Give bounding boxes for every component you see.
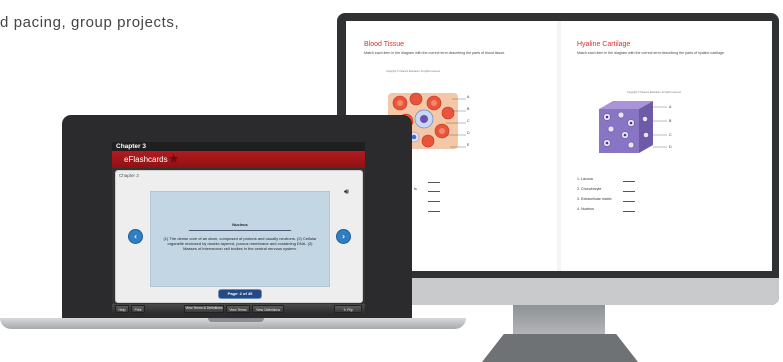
flashcard[interactable]: Nucleus (1) The dense core of an atom, c… xyxy=(150,191,330,287)
answer-line xyxy=(623,201,635,202)
print-button[interactable]: Print xyxy=(131,305,145,313)
answer-line xyxy=(428,182,440,183)
hyaline-cartilage-diagram xyxy=(599,101,667,153)
worksheet-copyright: Copyright © Pearson Education. All right… xyxy=(386,70,441,73)
diagram-label-e: E xyxy=(467,143,470,147)
diagram-label-b: B xyxy=(669,119,672,123)
worksheet-instructions: Match each item in the diagram with the … xyxy=(577,51,726,55)
worksheet-term: 1. Lacuna xyxy=(577,177,593,181)
chapter-label: Chapter 3 xyxy=(119,173,139,178)
star-icon: ★ xyxy=(168,152,180,167)
worksheet-term-partial: ts xyxy=(414,187,417,191)
flip-label: Flip xyxy=(347,307,353,312)
answer-line xyxy=(623,181,635,182)
worksheet-title: Hyaline Cartilage xyxy=(577,41,631,48)
app-title-banner: eFlashcards xyxy=(112,151,365,168)
worksheet-page-hyaline-cartilage: Hyaline Cartilage Match each item in the… xyxy=(561,21,772,271)
answer-line xyxy=(623,211,635,212)
help-button[interactable]: Help xyxy=(115,305,129,313)
answer-line xyxy=(428,191,440,192)
diagram-label-c: C xyxy=(669,133,672,137)
worksheet-term: 2. Chondrocyte xyxy=(577,187,602,191)
next-card-button[interactable]: › xyxy=(336,229,351,244)
diagram-label-d: D xyxy=(669,145,672,149)
flashcard-term: Nucleus xyxy=(232,222,248,227)
answer-line xyxy=(623,191,635,192)
monitor-stand-neck xyxy=(513,305,605,339)
worksheet-term: 4. Nucleus xyxy=(577,207,594,211)
diagram-label-b: B xyxy=(467,107,470,111)
intro-text: d pacing, group projects, xyxy=(0,14,180,31)
diagram-label-d: D xyxy=(467,131,470,135)
worksheet-title: Blood Tissue xyxy=(364,41,405,48)
speaker-icon[interactable]: 🔊︎ xyxy=(344,187,349,197)
monitor-stand-base xyxy=(482,334,638,362)
worksheet-instructions: Match each item in the diagram with the … xyxy=(364,51,506,55)
view-definitions-button[interactable]: View Definitions xyxy=(252,305,284,313)
diagram-label-a: A xyxy=(467,95,470,99)
diagram-label-c: C xyxy=(467,119,470,123)
app-toolbar: Help Print View Terms & Definitions View… xyxy=(112,304,365,314)
answer-line xyxy=(428,211,440,212)
flashcard-definition: (1) The dense core of an atom, composed … xyxy=(163,236,317,251)
worksheet-term: 3. Extracellular matrix xyxy=(577,197,612,201)
laptop-screen: Chapter 3 eFlashcards ★ Chapter 3 🔊︎ Nuc… xyxy=(112,142,365,314)
flashcard-divider xyxy=(189,230,291,231)
answer-line xyxy=(428,201,440,202)
app-chapter-header: Chapter 3 xyxy=(112,142,365,151)
flip-icon: ↻ xyxy=(343,307,347,312)
laptop-notch xyxy=(208,318,264,322)
view-terms-button[interactable]: View Terms xyxy=(226,305,250,313)
worksheet-copyright: Copyright © Pearson Education. All right… xyxy=(627,91,682,94)
view-terms-definitions-button[interactable]: View Terms & Definitions xyxy=(184,305,224,313)
flashcard-panel: Chapter 3 🔊︎ Nucleus (1) The dense core … xyxy=(115,170,363,303)
flip-button[interactable]: ↻ Flip xyxy=(334,305,362,313)
page-indicator: Page: 2 of 45 xyxy=(218,289,262,299)
previous-card-button[interactable]: ‹ xyxy=(128,229,143,244)
diagram-label-a: A xyxy=(669,105,672,109)
